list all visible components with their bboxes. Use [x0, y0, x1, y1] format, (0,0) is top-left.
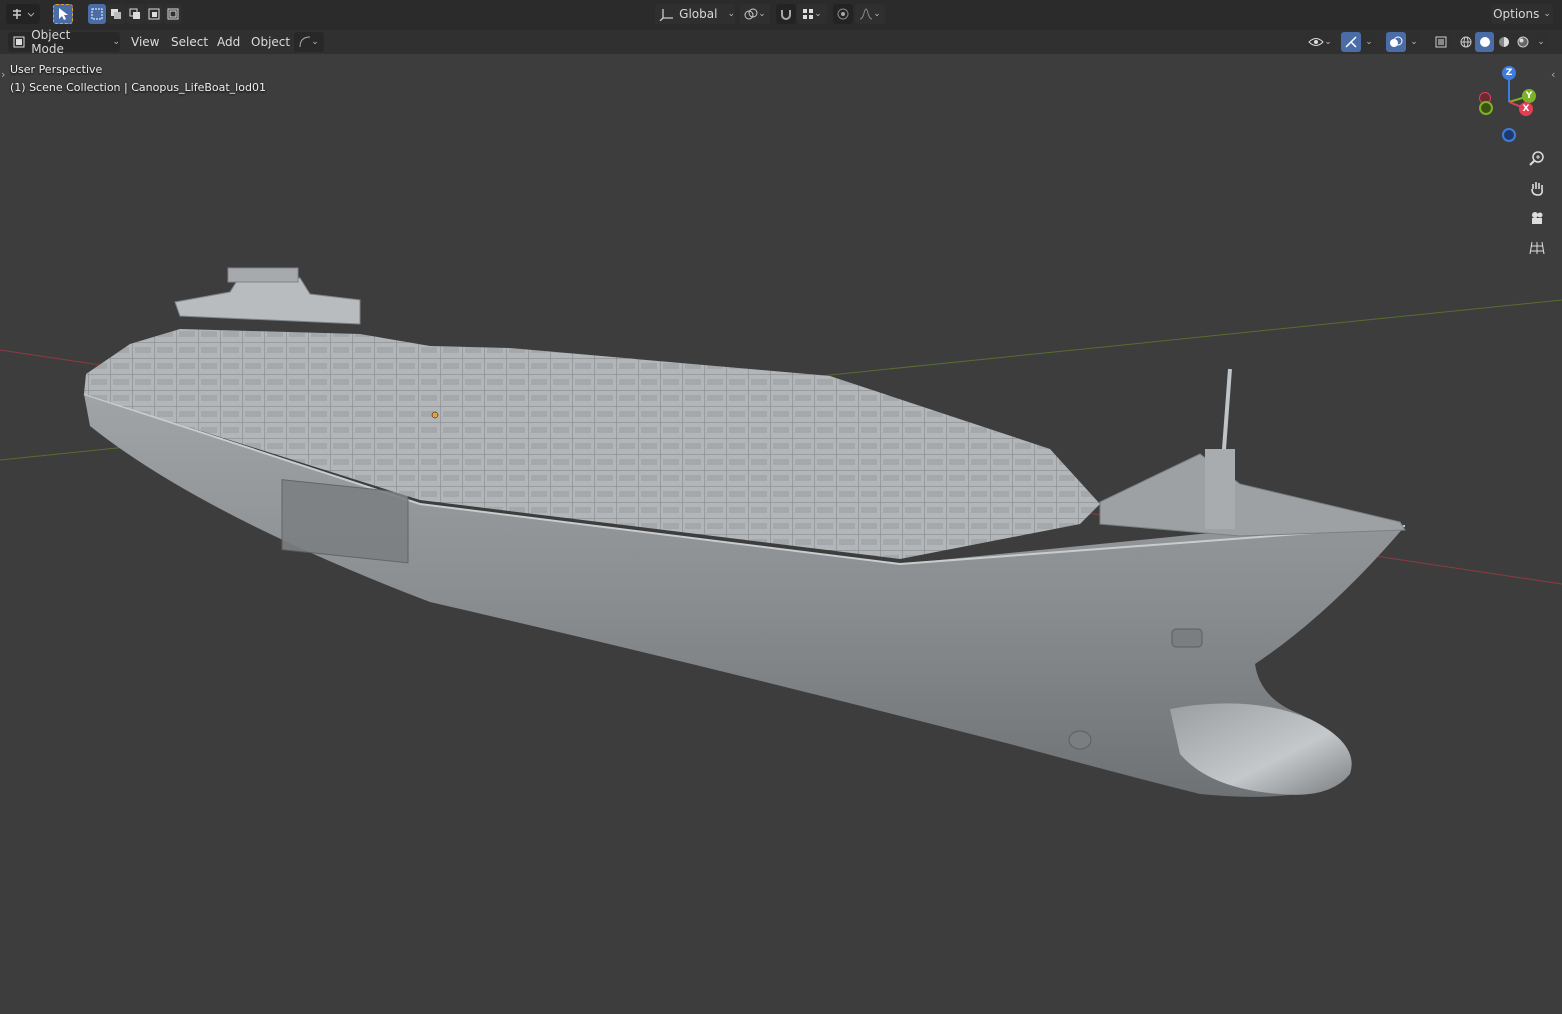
gpencil-dropdown[interactable]: ⌄: [294, 32, 324, 52]
xray-icon: [1435, 36, 1447, 48]
3d-viewport[interactable]: User Perspective (1) Scene Collection | …: [0, 54, 1562, 1014]
menu-view[interactable]: View: [125, 33, 165, 51]
mode-label: Object Mode: [31, 28, 71, 56]
orientation-label: Global: [679, 7, 718, 21]
select-subtract-button[interactable]: [126, 4, 144, 24]
chevron-down-icon: ⌄: [1365, 37, 1373, 47]
hull-vent-grille: [281, 479, 409, 564]
shading-wireframe[interactable]: [1456, 32, 1475, 52]
grid-ortho-icon: [1529, 241, 1545, 255]
select-intersect-button[interactable]: [164, 4, 182, 24]
anchor-pocket: [1171, 628, 1203, 648]
orientation-axes-icon: [659, 9, 673, 21]
chevron-down-icon: ⌄: [1543, 9, 1551, 19]
gizmo-z-axis[interactable]: Z: [1502, 66, 1516, 80]
chevron-down-icon: ⌄: [814, 9, 822, 19]
viewport-header: Object Mode ⌄ View Select Add Object ⌄ ⌄…: [0, 28, 1562, 56]
chevron-down-icon: ⌄: [758, 9, 766, 19]
camera-icon: [1532, 212, 1543, 224]
shading-material[interactable]: [1494, 32, 1513, 52]
snap-target-dropdown[interactable]: ⌄: [797, 4, 827, 24]
shading-dropdown[interactable]: ⌄: [1533, 32, 1549, 52]
bridge-superstructure: [174, 275, 361, 325]
chevron-down-icon: ⌄: [1537, 37, 1545, 47]
gizmo-dropdown[interactable]: ⌄: [1361, 32, 1377, 52]
visibility-dropdown[interactable]: ⌄: [1305, 32, 1335, 52]
mode-dropdown[interactable]: Object Mode ⌄: [8, 28, 120, 56]
toolbar-toggle-arrow[interactable]: ›: [1, 68, 5, 81]
gizmo-y-axis[interactable]: Y: [1522, 89, 1536, 103]
menu-add[interactable]: Add: [211, 33, 246, 51]
select-extend-icon: [111, 9, 121, 19]
top-toolbar: Global ⌄ ⌄ ⌄ ⌄ Options ⌄: [0, 0, 1562, 30]
select-tool-button[interactable]: [53, 4, 73, 24]
snap-toggle[interactable]: [776, 4, 796, 24]
proportional-edit-toggle[interactable]: [833, 4, 853, 24]
falloff-dropdown[interactable]: ⌄: [855, 4, 885, 24]
pivot-icon: [744, 8, 758, 20]
collection-label: (1) Scene Collection | Canopus_LifeBoat_…: [10, 81, 266, 94]
magnet-icon: [781, 10, 791, 20]
camera-view-button[interactable]: [1524, 205, 1550, 231]
bridge-top: [227, 267, 299, 283]
falloff-curve-icon: [860, 8, 873, 20]
sidebar-toggle-arrow[interactable]: ‹: [1551, 68, 1555, 81]
viewport-scene: [0, 267, 1562, 797]
menu-select[interactable]: Select: [165, 33, 214, 51]
pan-view-button[interactable]: [1524, 175, 1550, 201]
gizmo-icon: [1345, 36, 1357, 48]
chevron-down-icon: ⌄: [112, 37, 120, 47]
chevron-down-icon: ⌄: [1324, 37, 1332, 47]
forecastle-deck: [1099, 453, 1406, 537]
proportional-edit-icon: [837, 8, 849, 20]
navigation-gizmo[interactable]: Z Y X: [1468, 62, 1548, 142]
overlays-icon: [1390, 36, 1403, 47]
solid-sphere-icon: [1479, 37, 1490, 47]
editor-type-button[interactable]: [6, 4, 40, 24]
bow-thruster: [1068, 730, 1092, 750]
zoom-icon: [1529, 151, 1544, 166]
wireframe-sphere-icon: [1460, 36, 1471, 48]
rendered-sphere-icon: [1517, 36, 1528, 48]
chevron-down-icon: ⌄: [311, 37, 319, 47]
editor-type-icon: [13, 9, 35, 19]
select-new-icon: [91, 8, 103, 20]
foremast-base: [1205, 449, 1235, 529]
menu-object[interactable]: Object: [245, 33, 296, 51]
options-label: Options: [1493, 7, 1540, 21]
chevron-down-icon: ⌄: [1410, 37, 1418, 47]
cursor-arrow-icon: [59, 8, 68, 20]
select-extend-button[interactable]: [107, 4, 125, 24]
chevron-down-icon: ⌄: [873, 9, 881, 19]
hand-pan-icon: [1531, 182, 1543, 196]
overlays-toggle[interactable]: [1386, 32, 1406, 52]
select-new-button[interactable]: [88, 4, 106, 24]
gizmo-x-axis[interactable]: X: [1519, 102, 1533, 116]
transform-orientation-dropdown[interactable]: Global ⌄: [655, 4, 735, 24]
pivot-point-dropdown[interactable]: ⌄: [740, 4, 770, 24]
options-dropdown[interactable]: Options ⌄: [1491, 4, 1553, 24]
material-sphere-icon: [1498, 37, 1509, 47]
eye-icon: [1308, 38, 1324, 46]
ortho-toggle-button[interactable]: [1524, 235, 1550, 261]
curve-icon: [299, 36, 311, 48]
object-origin-marker: [431, 411, 439, 419]
object-mode-icon: [13, 36, 25, 48]
gizmo-neg-z-axis[interactable]: [1502, 128, 1516, 142]
overlays-dropdown[interactable]: ⌄: [1406, 32, 1422, 52]
shading-solid[interactable]: [1475, 32, 1494, 52]
shading-rendered[interactable]: [1513, 32, 1532, 52]
select-invert-icon: [148, 8, 160, 20]
snap-grid-icon: [803, 9, 814, 19]
perspective-label: User Perspective: [10, 63, 103, 76]
zoom-view-button[interactable]: [1524, 145, 1550, 171]
gizmo-neg-y-axis[interactable]: [1479, 101, 1493, 115]
select-invert-button[interactable]: [145, 4, 163, 24]
xray-toggle[interactable]: [1431, 32, 1451, 52]
chevron-down-icon: ⌄: [727, 9, 735, 19]
select-subtract-icon: [129, 8, 140, 19]
gizmo-toggle[interactable]: [1341, 32, 1361, 52]
select-intersect-icon: [167, 8, 179, 20]
